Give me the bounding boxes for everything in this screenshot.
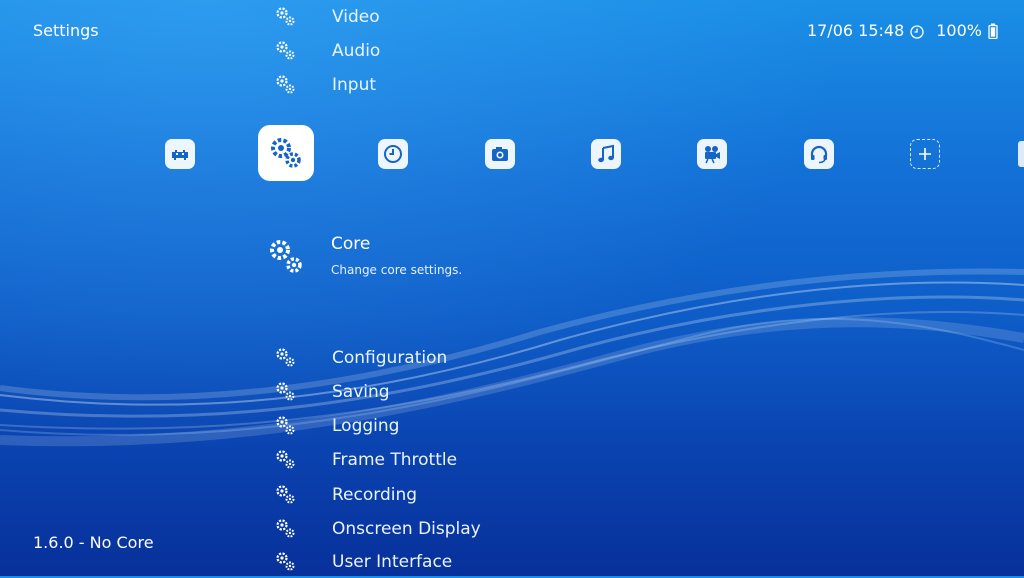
battery-percent: 100% (936, 21, 982, 40)
menu-item-label: Input (332, 75, 377, 95)
menu-item-user-interface[interactable]: User Interface (274, 548, 452, 576)
menu-item-audio[interactable]: Audio (274, 37, 380, 65)
menu-item-label: Video (332, 7, 380, 27)
gear-icon (274, 414, 298, 438)
gear-icon (274, 5, 298, 29)
category-next-partial[interactable] (1018, 141, 1024, 167)
version-text: 1.6.0 - No Core (33, 533, 154, 552)
gear-icon (274, 73, 298, 97)
category-netplay[interactable] (804, 139, 834, 169)
settings-gear-icon (271, 138, 301, 168)
menu-item-configuration[interactable]: Configuration (274, 344, 447, 372)
menu-item-label: Frame Throttle (332, 450, 458, 470)
gear-icon (274, 380, 298, 404)
clock-icon (384, 145, 402, 163)
menu-item-label: Logging (332, 416, 400, 436)
menu-item-recording[interactable]: Recording (274, 481, 417, 509)
menu-item-label: User Interface (332, 552, 453, 572)
gear-icon (274, 448, 298, 472)
background-glow (0, 0, 1024, 576)
battery-icon (988, 23, 998, 39)
menu-item-onscreen-display[interactable]: Onscreen Display (274, 515, 481, 543)
camera-icon (492, 147, 508, 161)
gear-icon (274, 483, 298, 507)
menu-item-label: Configuration (332, 348, 448, 368)
background-waves (0, 268, 1024, 447)
gear-icon (274, 550, 298, 574)
status-bar: 17/06 15:48 100% (807, 21, 998, 40)
category-main-menu[interactable] (165, 139, 195, 169)
category-settings[interactable] (258, 125, 314, 181)
menu-item-video[interactable]: Video (274, 3, 380, 31)
menu-item-label: Onscreen Display (332, 519, 481, 539)
clock-icon (910, 24, 924, 39)
selected-item-title[interactable]: Core (331, 234, 370, 254)
headset-icon (810, 145, 828, 164)
menu-item-saving[interactable]: Saving (274, 378, 390, 406)
gear-icon (274, 39, 298, 63)
selected-item-description: Change core settings. (331, 263, 463, 277)
datetime-text: 17/06 15:48 (806, 21, 905, 40)
menu-item-label: Recording (332, 485, 418, 505)
page-title: Settings (33, 21, 99, 40)
gear-icon (274, 517, 298, 541)
menu-item-label: Saving (332, 382, 390, 402)
category-add[interactable] (910, 139, 940, 169)
menu-item-frame-throttle[interactable]: Frame Throttle (274, 446, 457, 474)
film-camera-icon (705, 146, 720, 164)
category-music[interactable] (591, 139, 621, 169)
retroarch-invader-icon (172, 150, 188, 160)
menu-item-label: Audio (332, 41, 381, 61)
category-images[interactable] (485, 139, 515, 169)
core-gear-icon (266, 236, 306, 276)
menu-item-logging[interactable]: Logging (274, 412, 399, 440)
category-history[interactable] (378, 139, 408, 169)
category-videos[interactable] (697, 139, 727, 169)
music-note-icon (598, 144, 614, 163)
menu-item-input[interactable]: Input (274, 71, 376, 99)
add-plus-icon (919, 148, 931, 160)
gear-icon (274, 346, 298, 370)
